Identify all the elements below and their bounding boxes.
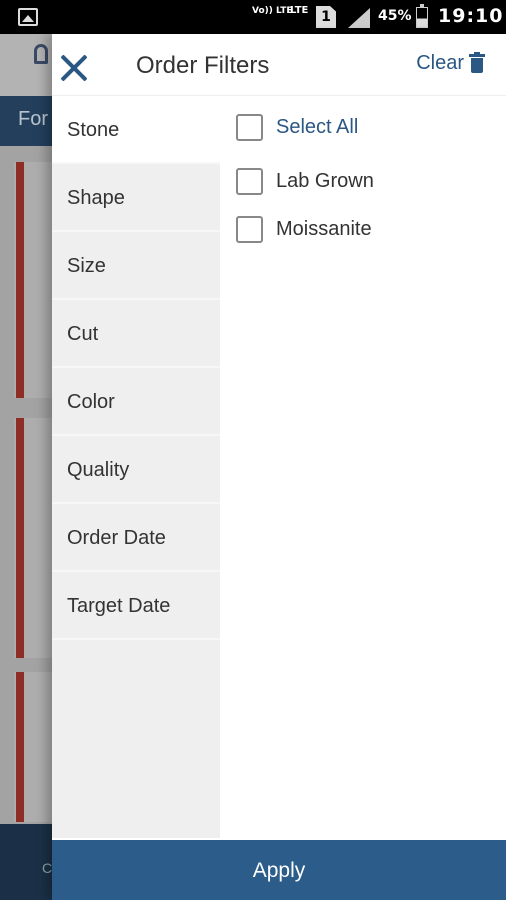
option-moissanite[interactable]: Moissanite (236, 216, 372, 243)
background-header-text: For (18, 108, 48, 130)
filter-category-target-date[interactable]: Target Date (52, 572, 220, 640)
category-label: Shape (67, 187, 125, 209)
option-lab-grown[interactable]: Lab Grown (236, 168, 374, 195)
category-label: Cut (67, 323, 99, 345)
select-all-option[interactable]: Select All (236, 114, 358, 141)
category-label: Target Date (67, 595, 171, 617)
clock: 19:10 (438, 5, 504, 27)
clear-label: Clear (416, 52, 464, 74)
signal-icon (348, 8, 370, 28)
battery-icon (416, 4, 428, 28)
app-logo-icon (34, 44, 48, 64)
card-accent-bar (16, 418, 24, 658)
sim-icon: 1 (316, 6, 336, 28)
option-label: Moissanite (276, 218, 372, 240)
filter-category-stone[interactable]: Stone (52, 96, 220, 164)
filter-category-order-date[interactable]: Order Date (52, 504, 220, 572)
filter-category-quality[interactable]: Quality (52, 436, 220, 504)
battery-percent: 45% (378, 8, 412, 24)
filter-category-color[interactable]: Color (52, 368, 220, 436)
category-label: Order Date (67, 527, 166, 549)
drawer-header: Order Filters Clear (52, 34, 506, 96)
filter-category-list: Stone Shape Size Cut Color Quality Order… (52, 96, 220, 838)
image-icon (18, 8, 38, 26)
select-all-checkbox[interactable] (236, 114, 263, 141)
clear-button[interactable]: Clear (416, 52, 485, 75)
moissanite-checkbox[interactable] (236, 216, 263, 243)
select-all-label: Select All (276, 116, 359, 138)
order-filters-drawer: Order Filters Clear Stone Shape Size Cut… (52, 34, 506, 900)
status-bar: Vo)) LTE LTE 1 45% 19:10 (0, 0, 506, 34)
apply-button[interactable]: Apply (52, 840, 506, 900)
category-label: Color (67, 391, 115, 413)
filter-category-shape[interactable]: Shape (52, 164, 220, 232)
network-type: LTE (290, 5, 309, 16)
background-bottom-text: C (42, 860, 53, 876)
filter-category-size[interactable]: Size (52, 232, 220, 300)
category-label: Size (67, 255, 106, 277)
category-label: Quality (67, 459, 130, 481)
lab-grown-checkbox[interactable] (236, 168, 263, 195)
drawer-title: Order Filters (136, 52, 270, 79)
category-label: Stone (67, 119, 120, 141)
close-icon[interactable] (56, 50, 92, 86)
filter-category-cut[interactable]: Cut (52, 300, 220, 368)
card-accent-bar (16, 162, 24, 398)
volte-icon: Vo)) LTE (252, 6, 293, 16)
option-label: Lab Grown (276, 170, 374, 192)
card-accent-bar (16, 672, 24, 822)
trash-icon (469, 52, 485, 73)
filter-options-panel: Select All Lab Grown Moissanite (220, 96, 506, 838)
